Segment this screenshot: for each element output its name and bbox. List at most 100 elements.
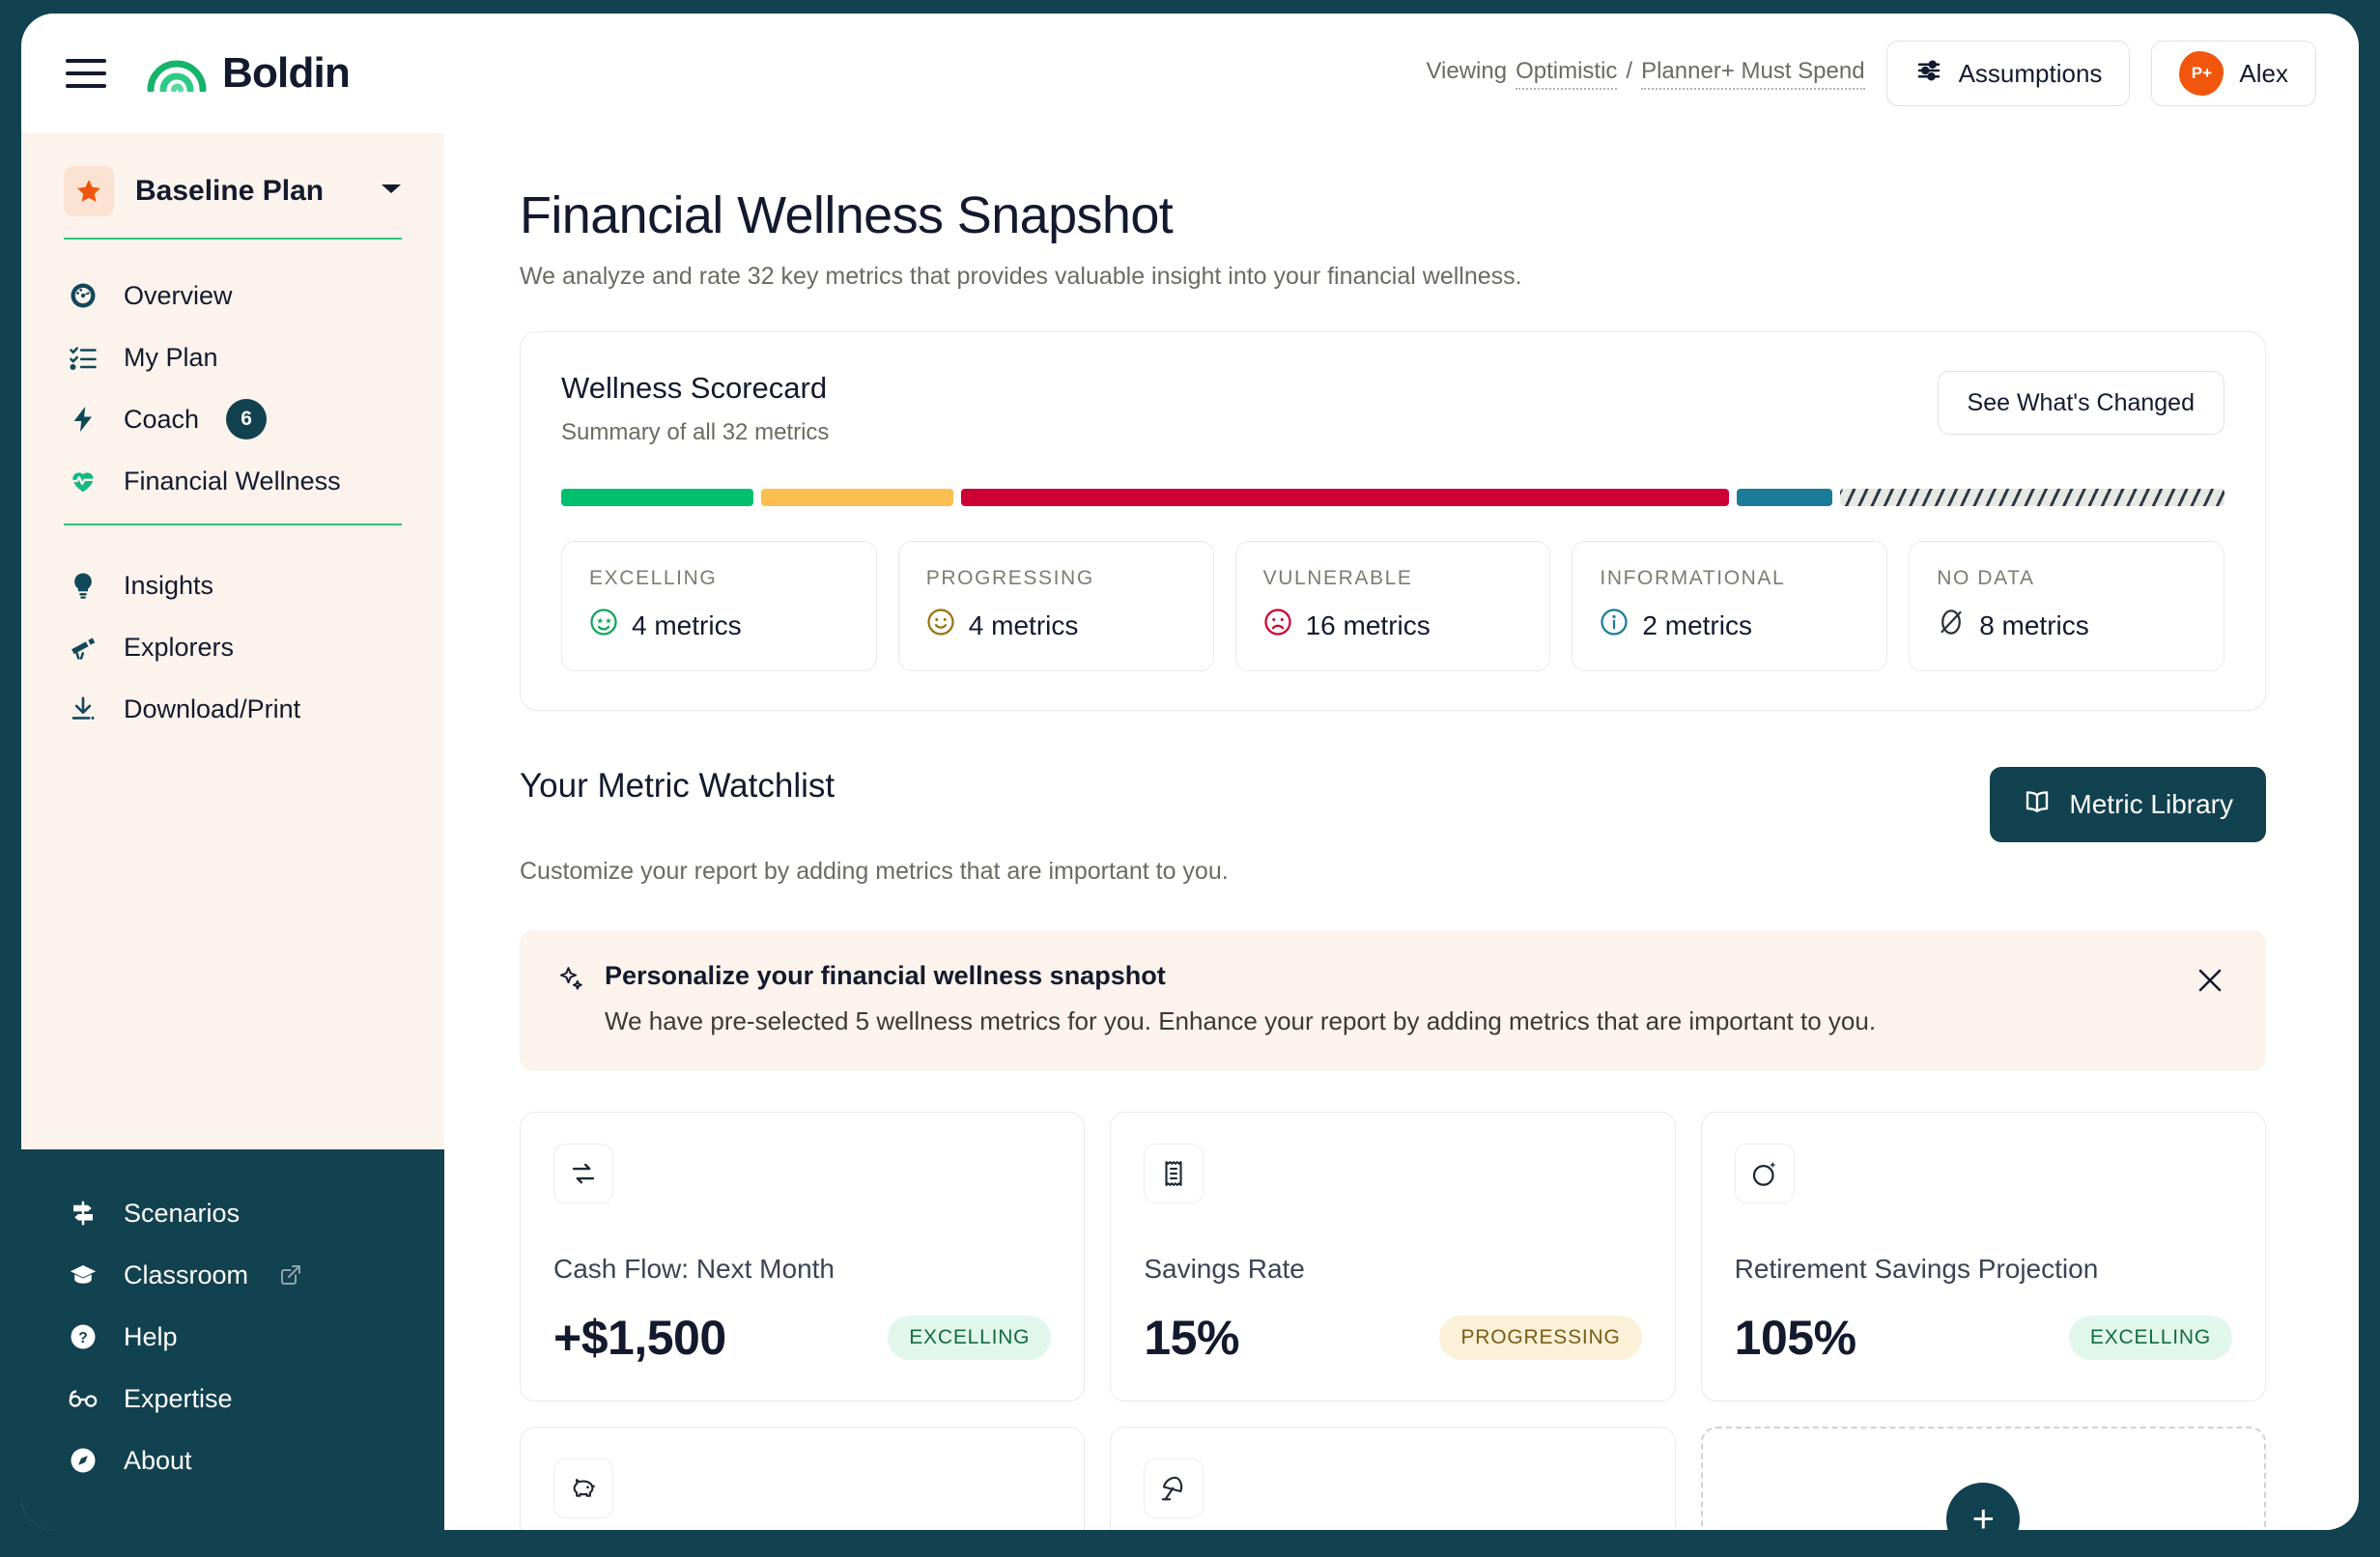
status-label: VULNERABLE <box>1262 567 1413 589</box>
sidebar-item-download-print[interactable]: Download/Print <box>64 678 402 740</box>
user-name: Alex <box>2239 58 2288 88</box>
breadcrumb-separator: / <box>1626 57 1633 84</box>
wellness-scorecard: Wellness Scorecard Summary of all 32 met… <box>520 331 2266 711</box>
status-value-row: 16 metrics <box>1263 608 1523 643</box>
metric-card[interactable]: Cash Flow: Next Month +$1,500 EXCELLING <box>520 1112 1086 1401</box>
nav-group-primary: Overview My Plan Coach 6 Financial Welln… <box>21 240 444 529</box>
sidebar-item-label: Coach <box>124 404 200 434</box>
close-icon[interactable] <box>2191 961 2229 1000</box>
watchlist-header: Your Metric Watchlist Metric Library <box>520 767 2266 842</box>
sidebar-item-overview[interactable]: Overview <box>64 265 402 326</box>
scorecard-titles: Wellness Scorecard Summary of all 32 met… <box>561 371 829 446</box>
scorecard-header: Wellness Scorecard Summary of all 32 met… <box>561 371 2224 446</box>
user-menu-button[interactable]: P+ Alex <box>2151 41 2316 106</box>
sidebar: Baseline Plan Overview My Plan Coach 6 F… <box>21 133 444 1530</box>
sidebar-item-label: Overview <box>124 280 233 310</box>
top-bar-right: Viewing Optimistic / Planner+ Must Spend… <box>1426 41 2316 106</box>
metric-value-row: +$1,500 EXCELLING <box>553 1310 1052 1366</box>
plan-selector[interactable]: Baseline Plan <box>64 166 402 240</box>
personalize-banner: Personalize your financial wellness snap… <box>520 930 2266 1071</box>
graduation-cap-icon <box>64 1260 102 1289</box>
avatar: P+ <box>2179 51 2224 96</box>
top-bar: Boldin Viewing Optimistic / Planner+ Mus… <box>21 14 2359 133</box>
segment-vulnerable <box>960 489 1729 506</box>
rainbow-arc-logo-icon <box>147 51 207 97</box>
sidebar-item-explorers[interactable]: Explorers <box>64 616 402 678</box>
metric-card[interactable]: Savings Rate 15% PROGRESSING <box>1110 1112 1676 1401</box>
scenario-variant[interactable]: Planner+ Must Spend <box>1641 58 1865 90</box>
sidebar-primary-nav: Baseline Plan Overview My Plan Coach 6 F… <box>21 133 444 1149</box>
scorecard-subtitle: Summary of all 32 metrics <box>561 419 830 445</box>
metric-value-row: 105% EXCELLING <box>1735 1310 2232 1366</box>
sidebar-item-label: My Plan <box>124 342 218 372</box>
status-label: EXCELLING <box>589 567 718 589</box>
metric-name: Cash Flow: Next Month <box>553 1254 835 1284</box>
piggy-bank-icon <box>553 1458 613 1518</box>
segment-excelling <box>561 489 753 506</box>
status-box: VULNERABLE 16 metrics <box>1234 541 1551 671</box>
metric-library-button[interactable]: Metric Library <box>1990 767 2266 842</box>
status-value-row: 2 metrics <box>1600 608 1859 643</box>
status-value-row: 4 metrics <box>926 608 1186 643</box>
chevron-down-icon <box>381 183 402 201</box>
sparkle-circle-icon <box>1734 1144 1795 1203</box>
star-icon <box>64 166 114 216</box>
assumptions-button[interactable]: Assumptions <box>1885 41 2131 106</box>
open-book-icon <box>2023 787 2052 823</box>
sidebar-item-financial-wellness[interactable]: Financial Wellness <box>64 450 402 512</box>
sidebar-item-my-plan[interactable]: My Plan <box>64 326 402 388</box>
app-window: Boldin Viewing Optimistic / Planner+ Mus… <box>21 14 2359 1530</box>
see-whats-changed-button[interactable]: See What's Changed <box>1937 371 2224 435</box>
sidebar-item-expertise[interactable]: Expertise <box>64 1368 402 1430</box>
add-metric-card[interactable]: + Add metric to Watchlist Choose up to 3… <box>1700 1427 2266 1530</box>
brand[interactable]: Boldin <box>147 49 351 98</box>
sidebar-item-classroom[interactable]: Classroom <box>64 1244 402 1306</box>
hamburger-menu-icon[interactable] <box>66 52 108 95</box>
status-box: INFORMATIONAL 2 metrics <box>1572 541 1888 671</box>
telescope-icon <box>64 633 102 662</box>
status-badge: EXCELLING <box>2068 1316 2232 1360</box>
page-subtitle: We analyze and rate 32 key metrics that … <box>520 263 1522 290</box>
gauge-icon <box>64 281 102 310</box>
status-box-row: EXCELLING 4 metrics PROGRESSING 4 metric… <box>561 541 2224 671</box>
segment-informational <box>1736 489 1833 506</box>
plus-icon[interactable]: + <box>1946 1483 2021 1530</box>
scorecard-segment-bar <box>561 489 2224 506</box>
sparkles-icon <box>556 965 585 999</box>
metric-card[interactable]: Retirement Savings Projection 105% EXCEL… <box>1700 1112 2266 1401</box>
brand-name: Boldin <box>222 49 351 97</box>
sidebar-item-label: Download/Print <box>124 694 301 723</box>
status-count: 4 metrics <box>632 609 742 640</box>
scenario-name[interactable]: Optimistic <box>1516 58 1618 90</box>
status-badge: EXCELLING <box>888 1316 1052 1360</box>
coach-badge-count: 6 <box>226 399 268 439</box>
assumptions-label: Assumptions <box>1958 58 2103 88</box>
metric-card[interactable]: Debt to Income Ratio 40% VULNERABLE <box>520 1427 1086 1530</box>
status-label: NO DATA <box>1937 567 2035 589</box>
status-count: 2 metrics <box>1642 609 1752 640</box>
sidebar-item-help[interactable]: ? Help <box>64 1306 402 1368</box>
sidebar-item-about[interactable]: About <box>64 1430 402 1491</box>
question-circle-icon: ? <box>64 1322 102 1351</box>
status-label: PROGRESSING <box>925 567 1094 589</box>
sidebar-item-label: Explorers <box>124 632 235 662</box>
smiley-icon <box>926 608 955 643</box>
beach-umbrella-icon <box>1144 1458 1204 1518</box>
viewing-label: Viewing <box>1426 57 1508 84</box>
scorecard-title: Wellness Scorecard <box>561 371 828 405</box>
lightbulb-icon <box>64 571 102 600</box>
metric-value: 15% <box>1144 1311 1239 1365</box>
sidebar-item-coach[interactable]: Coach 6 <box>64 388 402 450</box>
status-count: 8 metrics <box>1979 609 2089 640</box>
main-content: Financial Wellness Snapshot We analyze a… <box>444 133 2359 1530</box>
status-badge: PROGRESSING <box>1439 1316 1642 1360</box>
checklist-icon <box>64 343 102 372</box>
metric-card[interactable]: Financial Independence Ratio 35% PROGRES… <box>1110 1427 1676 1530</box>
status-label: INFORMATIONAL <box>1600 567 1786 589</box>
metric-cards-grid: Cash Flow: Next Month +$1,500 EXCELLING … <box>520 1112 2266 1530</box>
sidebar-item-scenarios[interactable]: Scenarios <box>64 1182 402 1244</box>
sidebar-secondary-nav: Scenarios Classroom ? Help Expertise Abo… <box>21 1149 444 1530</box>
sidebar-item-label: Scenarios <box>124 1198 241 1228</box>
sidebar-item-insights[interactable]: Insights <box>64 554 402 616</box>
active-nav-underline <box>64 524 402 525</box>
